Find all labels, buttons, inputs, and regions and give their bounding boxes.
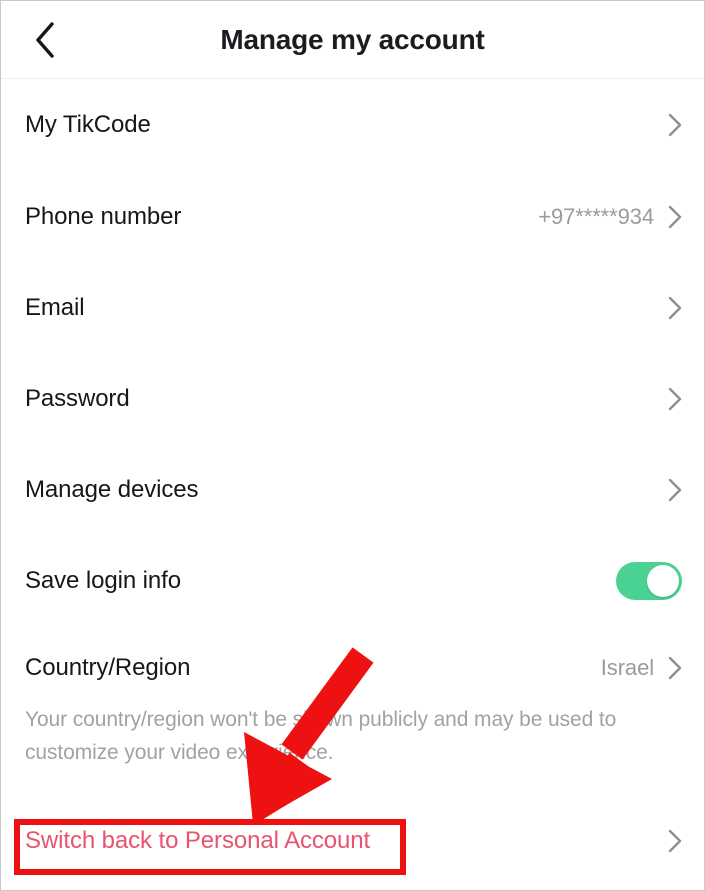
row-value-phone-number: +97*****934 (538, 203, 654, 229)
row-accessory: +97*****934 (538, 204, 682, 230)
chevron-right-icon (668, 478, 682, 502)
row-accessory (668, 296, 682, 320)
manage-account-screen: Manage my account My TikCode Phone numbe… (0, 0, 705, 891)
row-accessory (668, 829, 682, 853)
page-title: Manage my account (220, 24, 485, 55)
row-label: Switch back to Personal Account (25, 826, 371, 854)
settings-list: My TikCode Phone number +97*****934 Emai… (1, 79, 704, 886)
country-region-description: Your country/region won't be shown publi… (25, 708, 617, 764)
settings-row-switch-to-personal-account[interactable]: Switch back to Personal Account (1, 795, 704, 886)
chevron-right-icon (668, 205, 682, 229)
row-accessory (668, 387, 682, 411)
row-label: Save login info (25, 566, 181, 594)
chevron-right-icon (668, 387, 682, 411)
settings-row-manage-devices[interactable]: Manage devices (1, 444, 704, 535)
settings-row-save-login-info[interactable]: Save login info (1, 535, 704, 626)
settings-row-country-region[interactable]: Country/Region Israel (1, 626, 704, 709)
chevron-right-icon (668, 296, 682, 320)
chevron-right-icon (668, 656, 682, 680)
row-label: Manage devices (25, 475, 199, 503)
row-label: My TikCode (25, 111, 151, 138)
settings-row-email[interactable]: Email (1, 262, 704, 353)
row-value-country-region: Israel (600, 654, 654, 680)
row-accessory: Israel (601, 655, 682, 681)
toggle-knob (647, 564, 679, 597)
settings-row-phone-number[interactable]: Phone number +97*****934 (1, 171, 704, 262)
app-header: Manage my account (1, 1, 704, 79)
row-accessory (616, 561, 682, 600)
row-label: Password (25, 384, 130, 412)
row-label: Phone number (25, 202, 182, 230)
row-label: Country/Region (25, 653, 191, 681)
row-accessory (668, 478, 682, 502)
settings-row-my-tikcode[interactable]: My TikCode (1, 79, 704, 171)
settings-row-password[interactable]: Password (1, 353, 704, 444)
row-accessory (668, 113, 682, 137)
chevron-right-icon (668, 829, 682, 853)
row-label: Email (25, 293, 85, 321)
chevron-right-icon (668, 113, 682, 137)
save-login-info-toggle[interactable] (616, 561, 682, 600)
